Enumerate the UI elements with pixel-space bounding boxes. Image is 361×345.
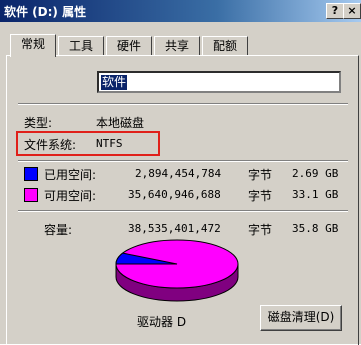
capacity-human: 35.8 GB <box>292 222 339 235</box>
separator <box>18 160 348 162</box>
capacity-unit: 字节 <box>248 223 273 237</box>
tab-tools[interactable]: 工具 <box>58 36 104 55</box>
used-space-unit: 字节 <box>248 168 273 182</box>
volume-name-value: 软件 <box>101 75 128 90</box>
type-label: 类型: <box>24 116 53 130</box>
used-space-human: 2.69 GB <box>292 167 339 180</box>
type-value: 本地磁盘 <box>96 116 145 130</box>
close-button[interactable]: × <box>343 3 361 19</box>
help-button[interactable]: ? <box>326 3 344 19</box>
drive-label: 驱动器 D <box>137 315 187 329</box>
title-bar: 软件 (D:) 属性 ? × <box>0 0 361 22</box>
used-space-swatch <box>24 167 38 181</box>
properties-dialog: 软件 (D:) 属性 ? × 常规 工具 硬件 共享 配额 软件 类型: 本地磁… <box>0 0 361 345</box>
used-space-label: 已用空间: <box>44 168 97 182</box>
window-title: 软件 (D:) 属性 <box>4 5 87 19</box>
free-space-human: 33.1 GB <box>292 188 339 201</box>
filesystem-value: NTFS <box>96 137 123 150</box>
tab-quota[interactable]: 配额 <box>202 36 248 55</box>
free-space-bytes: 35,640,946,688 <box>128 188 221 201</box>
tab-sharing[interactable]: 共享 <box>154 36 200 55</box>
capacity-label: 容量: <box>44 223 73 237</box>
free-space-label: 可用空间: <box>44 189 97 203</box>
tab-hardware[interactable]: 硬件 <box>106 36 152 55</box>
used-space-bytes: 2,894,454,784 <box>135 167 222 180</box>
tab-general[interactable]: 常规 <box>10 34 56 57</box>
filesystem-label: 文件系统: <box>24 138 77 152</box>
free-space-unit: 字节 <box>248 189 273 203</box>
volume-name-field[interactable]: 软件 <box>97 71 341 93</box>
separator <box>18 103 348 105</box>
capacity-bytes: 38,535,401,472 <box>128 222 221 235</box>
separator <box>18 210 348 212</box>
free-space-swatch <box>24 188 38 202</box>
disk-cleanup-button[interactable]: 磁盘清理(D) <box>260 305 342 331</box>
